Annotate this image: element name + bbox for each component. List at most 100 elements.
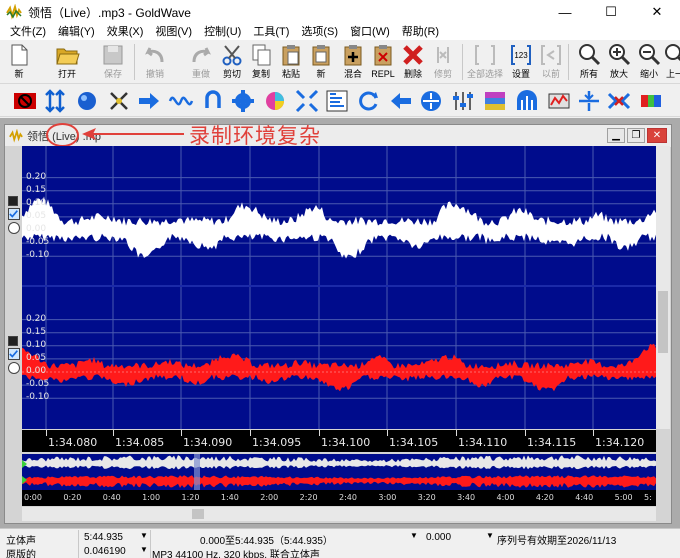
close-button[interactable]: ✕ <box>634 0 680 24</box>
dropdown-arrow-icon[interactable]: ▼ <box>140 531 148 540</box>
previous-icon <box>541 45 561 65</box>
compress-icon[interactable] <box>418 88 444 114</box>
mix-button[interactable]: 混合 <box>338 42 368 82</box>
waveform-display[interactable]: 0.20 0.15 0.10 0.05 0.00 -0.05 -0.10 0.20 0.15 0.… <box>22 146 656 429</box>
menu-window[interactable]: 窗口(W) <box>344 24 396 40</box>
channel2-checkbox[interactable] <box>8 348 20 360</box>
dropdown-arrow-icon[interactable]: ▼ <box>410 531 418 540</box>
volume-arrows-icon[interactable] <box>42 88 68 114</box>
amplitude-tick-label: 0.05 <box>26 352 47 363</box>
bars-icon[interactable] <box>324 88 350 114</box>
undo-button[interactable]: 撤销 <box>140 42 170 82</box>
menu-help[interactable]: 帮助(R) <box>396 24 445 40</box>
amplitude-tick-label: 0.05 <box>26 210 47 221</box>
redo-button[interactable]: 重做 <box>186 42 216 82</box>
channel-divider <box>22 285 656 287</box>
amplitude-tick-label: 0.15 <box>26 184 47 195</box>
trim-icon <box>437 47 449 63</box>
no-entry-icon[interactable] <box>12 88 38 114</box>
color-wheel-icon[interactable] <box>262 88 288 114</box>
trim-button[interactable]: 修剪 <box>428 42 458 82</box>
open-button[interactable]: 打开 <box>52 42 82 82</box>
zoom-all-button[interactable]: 所有 <box>574 42 604 82</box>
status-separator <box>150 530 151 558</box>
cut-button[interactable]: 剪切 <box>217 42 247 82</box>
channel-gutter <box>5 146 22 429</box>
vertical-scroll-thumb[interactable] <box>658 291 668 353</box>
doc-restore-button[interactable]: ❐ <box>627 128 645 143</box>
arrow-right-icon[interactable] <box>136 88 162 114</box>
menu-effects[interactable]: 效果(X) <box>101 24 150 40</box>
status-duration: 5:44.935 <box>84 532 123 543</box>
noise-reduction-icon[interactable] <box>606 88 632 114</box>
menu-options[interactable]: 选项(S) <box>295 24 344 40</box>
horizontal-scroll-thumb[interactable] <box>192 509 204 519</box>
dropdown-arrow-icon[interactable]: ▼ <box>486 531 494 540</box>
channel1-checkbox[interactable] <box>8 208 20 220</box>
arrow-left-icon[interactable] <box>388 88 414 114</box>
select-all-button[interactable]: 全部选择 <box>467 42 503 82</box>
settings-123-icon: 123 <box>511 45 531 65</box>
doc-minimize-button[interactable]: ▁ <box>607 128 625 143</box>
channel2-radio[interactable] <box>8 362 20 374</box>
overview-time-ruler[interactable]: 0:00 0:20 0:40 1:00 1:20 1:40 2:00 2:20 2:40 3:00… <box>22 490 656 506</box>
dropdown-arrow-icon[interactable]: ▼ <box>140 545 148 554</box>
doppler-icon[interactable] <box>576 88 602 114</box>
paste-new-button[interactable]: 新 <box>306 42 336 82</box>
menu-tools[interactable]: 工具(T) <box>247 24 295 40</box>
equalizer-sliders-icon[interactable] <box>450 88 476 114</box>
time-tick-label: 1:34.120 <box>595 436 645 449</box>
overview-canvas <box>22 454 656 490</box>
doc-close-button[interactable]: ✕ <box>647 128 667 143</box>
gear-icon[interactable] <box>230 88 256 114</box>
expand-arrows-icon[interactable] <box>294 88 320 114</box>
checkmark-icon <box>9 210 18 218</box>
time-tick-label: 1:34.085 <box>115 436 165 449</box>
main-toolbar: 新 打开 保存 撤销 重做 剪切 复制 粘贴 新 混合 REPL 删除 修剪 全… <box>0 40 680 84</box>
time-ruler[interactable]: 1:34.080 1:34.085 1:34.090 1:34.095 1:34.100… <box>22 430 656 452</box>
menu-edit[interactable]: 编辑(Y) <box>52 24 101 40</box>
organ-pipes-icon[interactable] <box>514 88 540 114</box>
settings-button[interactable]: 123 设置 <box>506 42 536 82</box>
spectrum-icon[interactable] <box>546 88 572 114</box>
waveform-icon[interactable] <box>168 88 194 114</box>
replace-button[interactable]: REPL <box>368 42 398 82</box>
horizontal-scrollbar[interactable] <box>22 507 656 521</box>
copy-button[interactable]: 复制 <box>246 42 276 82</box>
overview-tick-label: 0:20 <box>63 493 82 502</box>
document-icon <box>9 129 23 143</box>
scissors-icon <box>222 45 242 66</box>
overview-tick-label: 4:00 <box>496 493 515 502</box>
channel-swap-icon[interactable] <box>106 88 132 114</box>
palette-icon[interactable] <box>638 88 664 114</box>
amplitude-tick-label: 0.20 <box>26 313 47 324</box>
vertical-scrollbar[interactable] <box>656 146 670 429</box>
prev-page-button[interactable]: 上一 <box>660 42 680 82</box>
toolbar-separator <box>134 44 135 80</box>
channel1-radio[interactable] <box>8 222 20 234</box>
overview-tick-label: 4:40 <box>575 493 594 502</box>
overview-tick-label: 2:20 <box>299 493 318 502</box>
sphere-icon[interactable] <box>74 88 100 114</box>
menu-file[interactable]: 文件(Z) <box>4 24 52 40</box>
filter-bands-icon[interactable] <box>482 88 508 114</box>
time-tick-label: 1:34.115 <box>527 436 577 449</box>
new-button[interactable]: 新 <box>4 42 34 82</box>
effects-toolbar <box>0 85 680 117</box>
loop-arrows-icon[interactable] <box>356 88 382 114</box>
maximize-button[interactable]: ☐ <box>588 0 634 24</box>
overview-display[interactable] <box>22 454 656 490</box>
minimize-button[interactable]: — <box>542 0 588 24</box>
menu-view[interactable]: 视图(V) <box>149 24 198 40</box>
overview-tick-label: 3:40 <box>457 493 476 502</box>
previous-button[interactable]: 以前 <box>536 42 566 82</box>
menu-control[interactable]: 控制(U) <box>198 24 247 40</box>
reverse-icon[interactable] <box>200 88 226 114</box>
overview-view-marker[interactable] <box>194 454 200 490</box>
delete-button[interactable]: 删除 <box>398 42 428 82</box>
save-button[interactable]: 保存 <box>98 42 128 82</box>
time-tick <box>319 430 320 436</box>
zoom-in-button[interactable]: 放大 <box>604 42 634 82</box>
paste-button[interactable]: 粘贴 <box>276 42 306 82</box>
replace-icon <box>374 45 392 66</box>
